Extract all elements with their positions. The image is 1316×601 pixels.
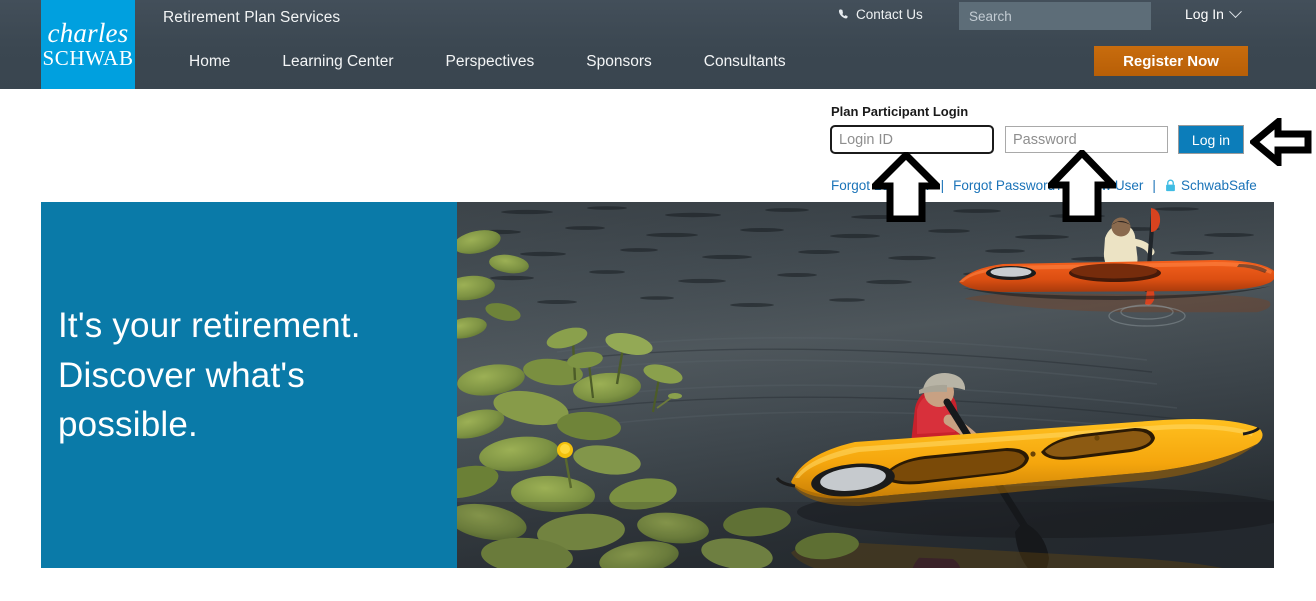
hero-heading-line3: possible. bbox=[58, 405, 198, 445]
logo-text-schwab: SCHWAB bbox=[42, 46, 134, 70]
password-field-wrapper bbox=[1005, 126, 1226, 153]
hero-photo-kayakers bbox=[457, 202, 1274, 568]
hero-heading-line1: It's your retirement. bbox=[58, 306, 361, 345]
register-now-button[interactable]: Register Now bbox=[1094, 46, 1248, 76]
link-separator-2: | bbox=[1071, 178, 1076, 193]
contact-us-link[interactable]: Contact Us bbox=[838, 7, 923, 22]
site-header: charles SCHWAB Retirement Plan Services … bbox=[0, 0, 1316, 89]
nav-item-perspectives[interactable]: Perspectives bbox=[420, 53, 561, 71]
hero-heading: It's your retirement. Discover what's po… bbox=[58, 301, 458, 450]
hero-text-panel: It's your retirement. Discover what's po… bbox=[41, 202, 457, 568]
nav-item-learning-center[interactable]: Learning Center bbox=[256, 53, 419, 71]
phone-icon bbox=[838, 8, 850, 21]
plan-participant-login-heading: Plan Participant Login bbox=[831, 104, 969, 119]
schwabsafe-link[interactable]: SchwabSafe bbox=[1165, 178, 1257, 193]
new-user-link[interactable]: New User bbox=[1084, 178, 1143, 193]
arrow-login-button bbox=[1250, 118, 1312, 166]
forgot-login-id-link[interactable]: Forgot Login ID? bbox=[831, 178, 932, 193]
login-id-input[interactable] bbox=[830, 125, 994, 154]
nav-item-sponsors[interactable]: Sponsors bbox=[560, 53, 677, 71]
password-input[interactable] bbox=[1006, 127, 1207, 152]
schwabsafe-label: SchwabSafe bbox=[1180, 178, 1257, 193]
nav-item-home[interactable]: Home bbox=[163, 53, 256, 71]
log-in-button[interactable]: Log in bbox=[1178, 125, 1244, 154]
schwab-logo[interactable]: charles SCHWAB bbox=[41, 0, 135, 89]
nav-item-consultants[interactable]: Consultants bbox=[678, 53, 812, 71]
main-navigation: Home Learning Center Perspectives Sponso… bbox=[163, 53, 812, 71]
login-dropdown[interactable]: Log In bbox=[1185, 4, 1242, 22]
logo-text-charles: charles bbox=[47, 18, 129, 48]
chevron-down-icon bbox=[1229, 4, 1242, 18]
link-separator-1: | bbox=[940, 178, 945, 193]
link-separator-3: | bbox=[1152, 178, 1156, 193]
login-help-links: Forgot Login ID? | Forgot Password? | Ne… bbox=[831, 178, 1257, 193]
search-input[interactable] bbox=[959, 2, 1151, 30]
forgot-password-link[interactable]: Forgot Password? bbox=[953, 178, 1063, 193]
page-root: charles SCHWAB Retirement Plan Services … bbox=[0, 0, 1316, 601]
contact-us-label: Contact Us bbox=[856, 7, 923, 22]
hero-heading-line2: Discover what's bbox=[58, 355, 305, 395]
login-dropdown-label: Log In bbox=[1185, 6, 1224, 22]
site-title: Retirement Plan Services bbox=[163, 9, 341, 26]
hero-banner: It's your retirement. Discover what's po… bbox=[41, 202, 1274, 568]
lock-icon bbox=[1165, 179, 1176, 192]
